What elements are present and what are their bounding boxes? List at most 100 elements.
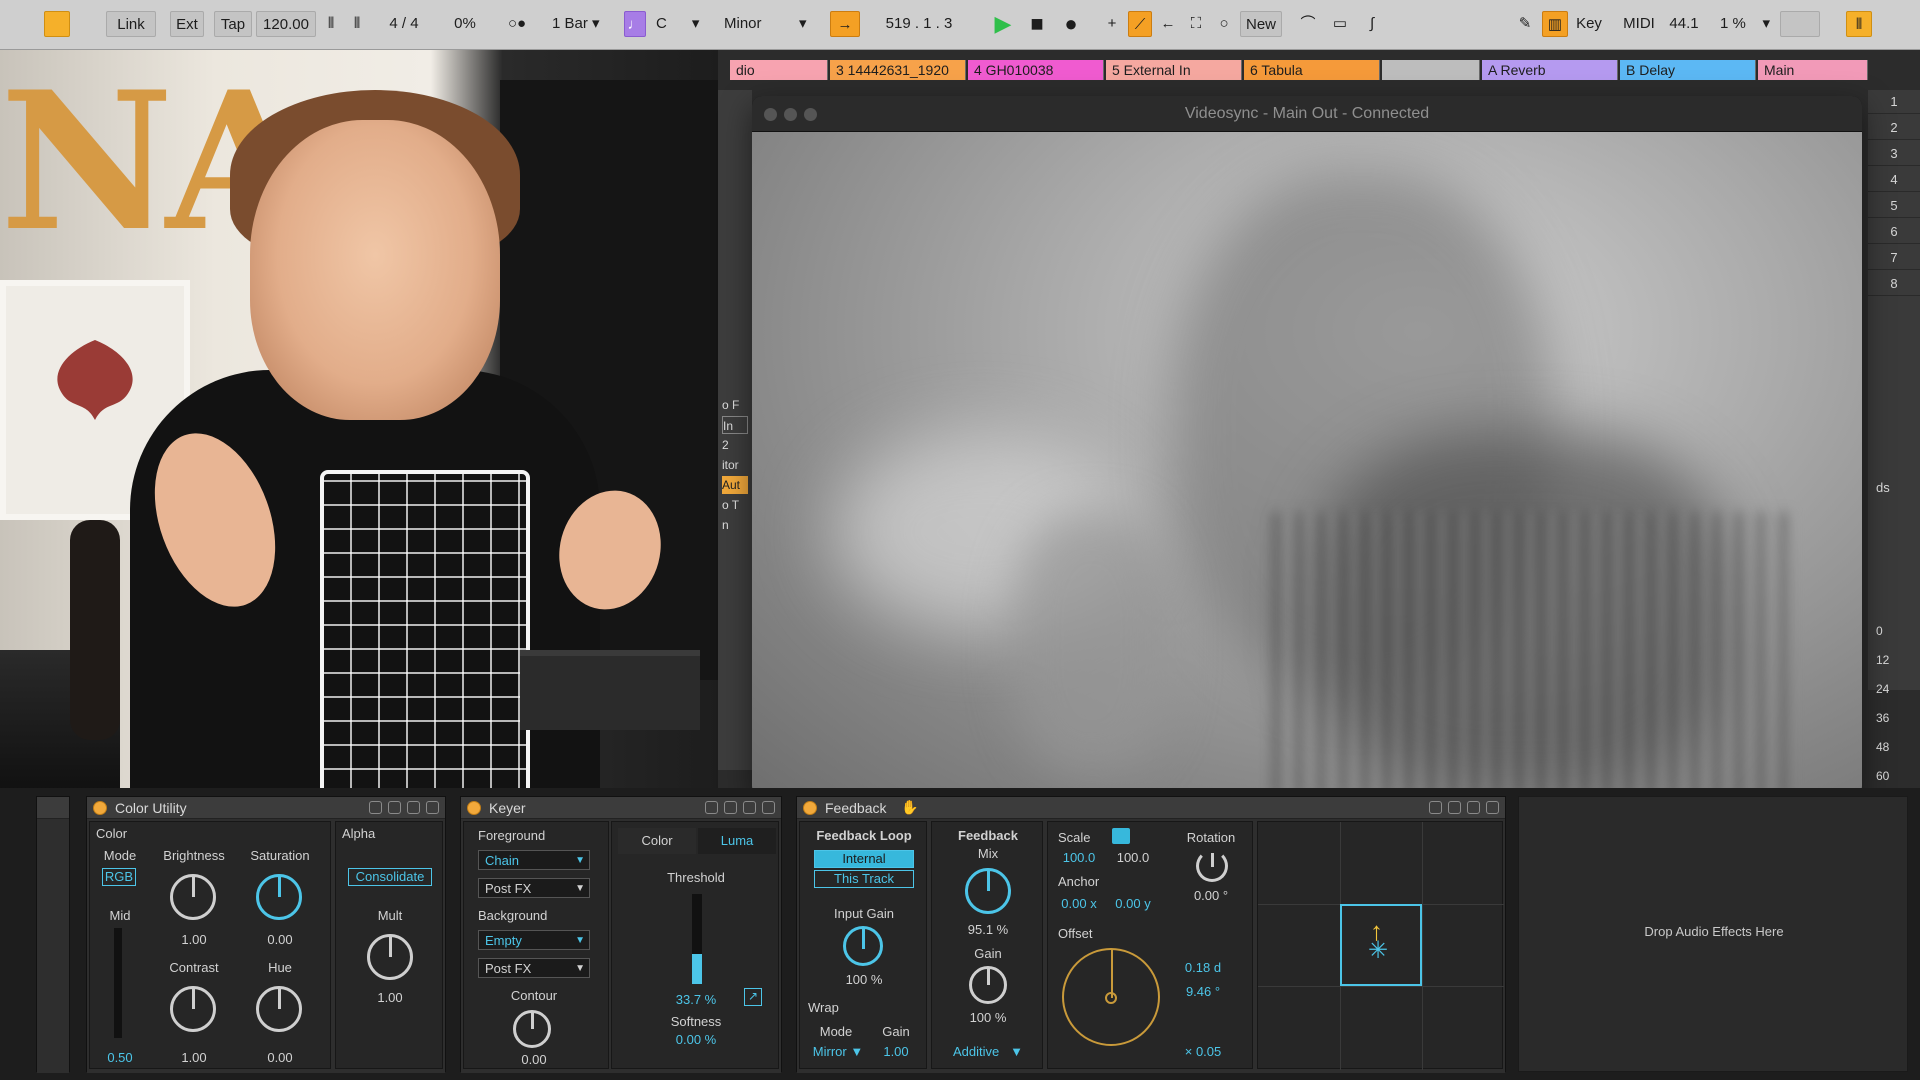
draw-mode-icon[interactable]: ✎ <box>1512 11 1538 37</box>
key-map-button[interactable]: Key <box>1572 11 1606 37</box>
song-position-field[interactable]: 519 . 1 . 3 <box>864 11 974 37</box>
scene-launch-button[interactable]: 8 <box>1868 272 1920 296</box>
track-header[interactable]: 3 14442631_1920 <box>830 60 966 80</box>
mid-slider[interactable] <box>114 928 122 1038</box>
more-icon[interactable] <box>426 801 439 814</box>
nudge-up-icon[interactable]: ⦀ <box>346 11 368 37</box>
overdub-icon[interactable]: + <box>1100 11 1124 37</box>
color-utility-power-icon[interactable] <box>93 801 107 815</box>
contrast-knob[interactable] <box>170 986 216 1032</box>
scale-x-value[interactable]: 100.0 <box>1054 850 1104 865</box>
input-gain-knob[interactable] <box>843 926 883 966</box>
cpu-load-dropdown[interactable]: 1 % ▾ <box>1716 11 1774 37</box>
scene-launch-button[interactable]: 3 <box>1868 142 1920 166</box>
tempo-field[interactable]: 120.00 <box>256 11 316 37</box>
threshold-map-icon[interactable]: ↗ <box>744 988 762 1006</box>
scene-launch-button[interactable]: 2 <box>1868 116 1920 140</box>
anchor-pad[interactable]: ↑ ✳ <box>1257 821 1504 1070</box>
scale-y-value[interactable]: 100.0 <box>1108 850 1158 865</box>
track-header[interactable]: 6 Tabula <box>1244 60 1380 80</box>
mix-knob[interactable] <box>965 868 1011 914</box>
tab-luma[interactable]: Luma <box>698 828 776 854</box>
videosync-window[interactable]: Videosync - Main Out - Connected <box>752 96 1862 796</box>
scene-launch-button[interactable]: 6 <box>1868 220 1920 244</box>
save-preset-icon[interactable] <box>1429 801 1442 814</box>
tab-color[interactable]: Color <box>618 828 696 854</box>
drop-audio-effects-area[interactable]: Drop Audio Effects Here <box>1518 796 1908 1072</box>
feedback-power-icon[interactable] <box>803 801 817 815</box>
scene-launch-button[interactable]: 1 <box>1868 90 1920 114</box>
stop-icon[interactable]: ■ <box>1024 11 1050 37</box>
consolidate-button[interactable]: Consolidate <box>348 868 432 886</box>
foreground-dropdown[interactable]: Chain ▼ <box>478 850 590 870</box>
mult-knob[interactable] <box>367 934 413 980</box>
threshold-slider[interactable] <box>692 894 702 984</box>
nudge-down-icon[interactable]: ⦀ <box>320 11 342 37</box>
metronome-icon[interactable]: ○● <box>496 11 538 37</box>
offset-multiplier-value[interactable]: × 0.05 <box>1168 1044 1238 1059</box>
key-root-dropdown[interactable]: C ▾ <box>652 11 712 37</box>
background-fx-dropdown[interactable]: Post FX ▼ <box>478 958 590 978</box>
track-header[interactable]: B Delay <box>1620 60 1756 80</box>
offset-angle-value[interactable]: 9.46 ° <box>1168 984 1238 999</box>
scale-dropdown[interactable]: Minor ▾ <box>718 11 816 37</box>
automation-arm-icon[interactable]: ⟋ <box>1128 11 1152 37</box>
curve-icon[interactable]: ∫ <box>1358 11 1386 37</box>
track-header[interactable]: dio <box>730 60 828 80</box>
blend-mode-dropdown[interactable]: Additive ▼ <box>942 1044 1034 1059</box>
freeze-icon[interactable] <box>407 801 420 814</box>
track-header[interactable]: 4 GH010038 <box>968 60 1104 80</box>
videosync-titlebar[interactable]: Videosync - Main Out - Connected <box>752 96 1862 132</box>
contour-knob[interactable] <box>513 1010 551 1048</box>
save-preset-icon[interactable] <box>705 801 718 814</box>
background-dropdown[interactable]: Empty ▼ <box>478 930 590 950</box>
io-auto-button[interactable]: Aut <box>722 476 748 494</box>
wrap-gain-value[interactable]: 1.00 <box>872 1044 920 1059</box>
scale-mode-icon[interactable]: ♩ <box>624 11 646 37</box>
midi-map-button[interactable]: MIDI <box>1618 11 1660 37</box>
tap-tempo-button[interactable]: Tap <box>214 11 252 37</box>
gain-knob[interactable] <box>969 966 1007 1004</box>
scene-launch-button[interactable]: 7 <box>1868 246 1920 270</box>
quantize-dropdown[interactable]: 1 Bar ▾ <box>548 11 610 37</box>
wrap-mode-dropdown[interactable]: Mirror ▼ <box>808 1044 868 1059</box>
more-icon[interactable] <box>762 801 775 814</box>
keyer-power-icon[interactable] <box>467 801 481 815</box>
view-toggle-icon[interactable] <box>44 11 70 37</box>
track-header[interactable]: 5 External In <box>1106 60 1242 80</box>
offset-dial[interactable] <box>1062 948 1160 1046</box>
re-enable-automation-icon[interactable]: ← <box>1156 11 1180 37</box>
save-preset-icon[interactable] <box>369 801 382 814</box>
scene-launch-button[interactable]: 5 <box>1868 194 1920 218</box>
link-button[interactable]: Link <box>106 11 156 37</box>
ext-sync-button[interactable]: Ext <box>170 11 204 37</box>
hot-swap-icon[interactable] <box>724 801 737 814</box>
groove-amount-field[interactable]: 0% <box>444 11 486 37</box>
anchor-y-value[interactable]: 0.00 y <box>1108 896 1158 911</box>
freeze-icon[interactable] <box>743 801 756 814</box>
rgb-mode-button[interactable]: RGB <box>102 868 136 886</box>
time-signature-field[interactable]: 4 / 4 <box>380 11 428 37</box>
hot-swap-icon[interactable] <box>388 801 401 814</box>
computer-keyboard-icon[interactable]: ▭ <box>1326 11 1354 37</box>
anchor-x-value[interactable]: 0.00 x <box>1054 896 1104 911</box>
brightness-knob[interactable] <box>170 874 216 920</box>
record-icon[interactable]: ● <box>1058 11 1084 37</box>
capture-icon[interactable]: ⛶ <box>1184 11 1208 37</box>
internal-button[interactable]: Internal <box>814 850 914 868</box>
rotation-knob[interactable] <box>1196 850 1228 882</box>
offset-distance-value[interactable]: 0.18 d <box>1168 960 1238 975</box>
new-clip-button[interactable]: New <box>1240 11 1282 37</box>
draw-curve-icon[interactable]: ⌒ <box>1294 11 1322 37</box>
anchor-target-box[interactable]: ↑ ✳ <box>1340 904 1422 986</box>
freeze-icon[interactable] <box>1467 801 1480 814</box>
play-icon[interactable]: ▶ <box>990 11 1016 37</box>
loop-icon[interactable]: ○ <box>1212 11 1236 37</box>
track-header[interactable] <box>1382 60 1480 80</box>
track-header[interactable]: Main <box>1758 60 1868 80</box>
more-icon[interactable] <box>1486 801 1499 814</box>
scene-launch-button[interactable]: 4 <box>1868 168 1920 192</box>
scale-link-icon[interactable] <box>1112 828 1130 844</box>
track-header[interactable]: A Reverb <box>1482 60 1618 80</box>
foreground-fx-dropdown[interactable]: Post FX ▼ <box>478 878 590 898</box>
